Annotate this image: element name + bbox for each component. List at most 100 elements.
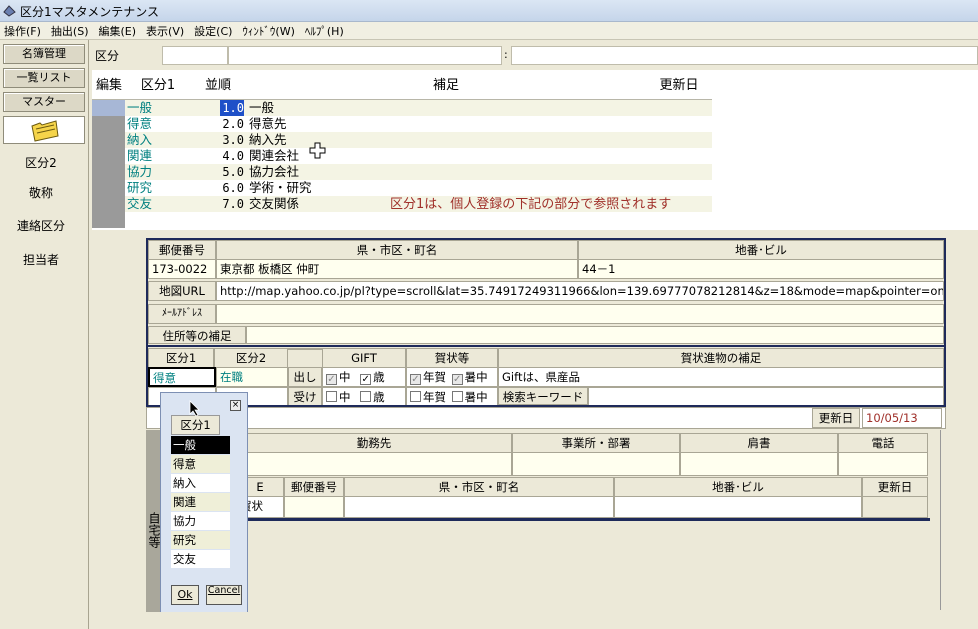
h-blank	[288, 348, 322, 350]
addr-note-label: 住所等の補足	[148, 326, 246, 344]
dropdown-item[interactable]: 研究	[171, 531, 230, 549]
table-row[interactable]: 協力 5.0 協力会社	[92, 164, 647, 180]
tel-field[interactable]	[838, 452, 928, 476]
sidebar-button-meibo[interactable]: 名簿管理	[3, 44, 85, 64]
menu-settings[interactable]: 設定(C)	[190, 22, 238, 39]
gift-in-mid-checkbox[interactable]	[326, 391, 337, 402]
addr-note-field[interactable]	[246, 326, 944, 344]
row-edit-cell[interactable]	[92, 196, 125, 212]
row-edit-cell[interactable]	[92, 164, 125, 180]
row-order[interactable]: 5.0	[220, 164, 244, 180]
row-edit-cell[interactable]	[92, 116, 125, 132]
filter-label: 区分	[95, 49, 120, 63]
dropdown-item[interactable]: 協力	[171, 512, 230, 530]
table-row[interactable]: 納入 3.0 納入先	[92, 132, 647, 148]
table-row[interactable]: 得意 2.0 得意先	[92, 116, 647, 132]
menu-view[interactable]: 表示(V)	[142, 22, 190, 39]
grid-header-note: 補足	[432, 78, 459, 93]
zip-field[interactable]: 173-0022	[148, 259, 216, 279]
row-kubun: 一般	[127, 100, 153, 115]
pref-field[interactable]: 東京都 板橋区 仲町	[216, 259, 578, 279]
bldg2-field[interactable]	[614, 496, 862, 518]
menu-extract[interactable]: 抽出(S)	[47, 22, 95, 39]
menu-bar: 操作(F) 抽出(S) 編集(E) 表示(V) 設定(C) ｳｨﾝﾄﾞｳ(W) ﾍﾙﾌﾟ(H…	[0, 22, 978, 40]
row-note: 一般	[249, 100, 275, 115]
greet-out-newyear-checkbox[interactable]: ✓	[410, 374, 421, 385]
menu-file[interactable]: 操作(F)	[0, 22, 47, 39]
greet-out-summer-checkbox[interactable]: ✓	[451, 374, 463, 385]
opt-label: 歳	[373, 370, 385, 384]
row-order[interactable]: 6.0	[220, 180, 244, 196]
sidebar-button-master[interactable]: マスター	[3, 92, 85, 112]
greet-in-newyear-checkbox[interactable]	[410, 391, 421, 402]
row-order[interactable]: 1.0	[220, 100, 244, 116]
sidebar-item-tanto[interactable]: 担当者	[0, 251, 82, 268]
pointer-cursor-icon	[189, 400, 200, 417]
kubun1-field[interactable]: 得意	[148, 367, 216, 387]
sidebar-item-keisho[interactable]: 敬称	[0, 184, 82, 201]
cancel-button[interactable]: Cancel	[206, 585, 242, 605]
work-field[interactable]	[236, 452, 512, 476]
table-row-new[interactable]	[92, 212, 647, 228]
bldg-field[interactable]: 44－1	[578, 259, 944, 279]
dropdown-item[interactable]: 得意	[171, 455, 230, 473]
row-edit-cell[interactable]	[92, 148, 125, 164]
row-order[interactable]: 2.0	[220, 116, 244, 132]
dropdown-item[interactable]: 納入	[171, 474, 230, 492]
h-bldg2: 地番･ビル	[614, 477, 862, 497]
pref2-field[interactable]	[344, 496, 614, 518]
map-url-field[interactable]: http://map.yahoo.co.jp/pl?type=scroll&la…	[216, 281, 944, 301]
row-edit-cell[interactable]	[92, 212, 125, 228]
row-order[interactable]: 4.0	[220, 148, 244, 164]
grid-header-edit: 編集	[95, 78, 122, 93]
greet-in-summer-checkbox[interactable]	[451, 391, 463, 402]
right-rule	[940, 430, 941, 610]
menu-window[interactable]: ｳｨﾝﾄﾞｳ(W)	[238, 22, 300, 39]
table-row[interactable]: 一般 1.0 一般	[92, 100, 647, 116]
row-edit-cell[interactable]	[92, 132, 125, 148]
kubun1-dropdown: × 区分1 一般 得意 納入 関連 協力 研究 交友 Ok Cancel	[160, 392, 248, 618]
row-order[interactable]: 7.0	[220, 196, 244, 212]
kubun2-field[interactable]: 在職	[216, 367, 288, 387]
sidebar-button-list[interactable]: 一覧リスト	[3, 68, 85, 88]
menu-help[interactable]: ﾍﾙﾌﾟ(H)	[301, 22, 350, 39]
zip2-field[interactable]	[284, 496, 344, 518]
h-zip2: 郵便番号	[284, 477, 344, 497]
menu-edit[interactable]: 編集(E)	[95, 22, 143, 39]
sidebar-item-kubun1[interactable]	[3, 116, 85, 144]
dropdown-item[interactable]: 交友	[171, 550, 230, 568]
dept-field[interactable]	[512, 452, 680, 476]
sidebar-item-renraku[interactable]: 連絡区分	[0, 217, 82, 234]
row-kubun: 協力	[127, 164, 153, 179]
row-edit-cell[interactable]	[92, 100, 125, 116]
gift-out-mid-checkbox[interactable]: ✓	[326, 374, 337, 385]
dropdown-item[interactable]: 関連	[171, 493, 230, 511]
grid-header-order: 並順	[204, 78, 231, 93]
greet-out-group: ✓ 年賀 ✓ 暑中	[406, 367, 498, 387]
row-order[interactable]: 3.0	[220, 132, 244, 148]
panel-divider	[146, 345, 946, 347]
filter-field-3[interactable]	[511, 46, 978, 65]
filter-field-1[interactable]	[162, 46, 228, 65]
h-pref2: 県・市区・町名	[344, 477, 614, 497]
sidebar-item-kubun2[interactable]: 区分2	[0, 154, 82, 171]
title-field[interactable]	[680, 452, 838, 476]
opt-label: 暑中	[464, 370, 488, 384]
row-kubun: 交友	[127, 196, 153, 211]
gift-out-year-checkbox[interactable]: ✓	[360, 374, 372, 385]
row-edit-cell[interactable]	[92, 180, 125, 196]
window-title: 区分1マスタメンテナンス	[20, 5, 160, 19]
table-row[interactable]: 関連 4.0 関連会社	[92, 148, 647, 164]
h-tel: 電話	[838, 433, 928, 453]
mail-field[interactable]	[216, 304, 944, 324]
opt-label: 暑中	[464, 390, 488, 404]
close-icon[interactable]: ×	[230, 400, 241, 411]
gift-in-year-checkbox[interactable]	[360, 391, 372, 402]
dropdown-item[interactable]: 一般	[171, 436, 230, 454]
update-date: 10/05/13	[862, 408, 942, 428]
search-keyword-field[interactable]	[588, 387, 944, 407]
ok-button[interactable]: Ok	[171, 585, 199, 605]
filter-field-2[interactable]	[228, 46, 502, 65]
opt-label: 歳	[373, 390, 385, 404]
gift-note-field[interactable]: Giftは、県産品	[498, 367, 944, 387]
